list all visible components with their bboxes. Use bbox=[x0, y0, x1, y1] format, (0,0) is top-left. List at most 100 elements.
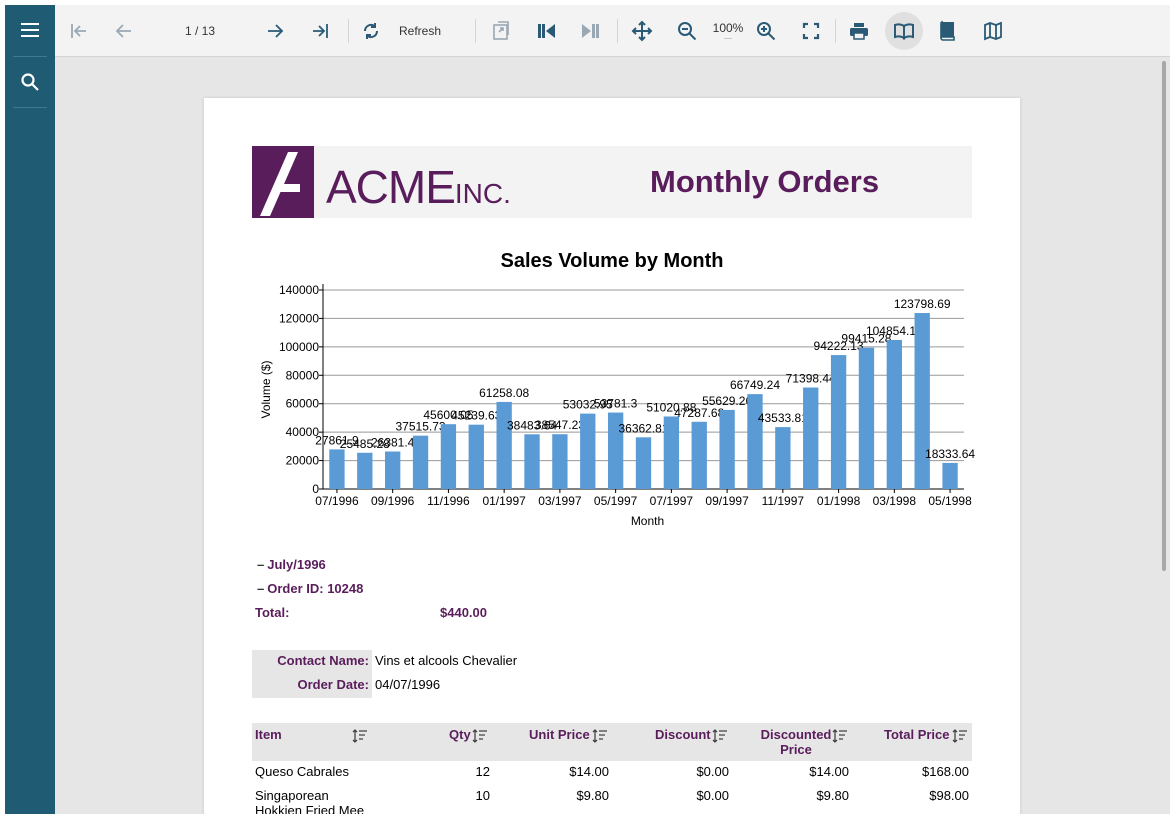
arrow-left-icon bbox=[115, 24, 131, 38]
bar-data-label: 36362.81 bbox=[618, 421, 668, 435]
x-tick-label: 07/1997 bbox=[650, 494, 694, 508]
cell-item-line2: Hokkien Fried Mee bbox=[255, 803, 365, 814]
report-title: Monthly Orders bbox=[650, 164, 880, 199]
zoom-in-button[interactable] bbox=[748, 13, 784, 49]
discounted-header-line2: Price bbox=[780, 742, 812, 757]
last-page-button[interactable] bbox=[302, 13, 338, 49]
month-group-label: July/1996 bbox=[267, 557, 326, 572]
fullscreen-button[interactable] bbox=[793, 13, 829, 49]
order-group-label: Order ID: 10248 bbox=[267, 581, 364, 596]
bar-data-label: 66749.24 bbox=[730, 378, 780, 392]
bar bbox=[468, 424, 484, 489]
zoom-out-button[interactable] bbox=[669, 13, 705, 49]
bar bbox=[329, 449, 345, 489]
open-book-icon bbox=[894, 23, 914, 40]
vertical-scrollbar[interactable] bbox=[1162, 61, 1166, 571]
contact-name-label: Contact Name: bbox=[277, 653, 369, 668]
month-group-header[interactable]: – July/1996 bbox=[257, 557, 326, 572]
toolbar: 1 / 13 Refresh 100% .... bbox=[55, 5, 1170, 57]
export-button[interactable] bbox=[483, 13, 519, 49]
bar bbox=[830, 355, 847, 489]
logo-suffix: INC. bbox=[454, 178, 511, 209]
bar-data-label: 104854.18 bbox=[866, 324, 923, 338]
sidebar bbox=[5, 5, 55, 814]
page-indicator[interactable]: 1 / 13 bbox=[170, 13, 230, 49]
col-total-price-header: Total Price bbox=[884, 727, 950, 742]
col-discounted-price-header: Discounted Price bbox=[759, 727, 833, 757]
acme-logo-text: ACMEINC. bbox=[326, 160, 511, 214]
cell-item: Singaporean Hokkien Fried Mee bbox=[255, 788, 364, 814]
x-tick-label: 09/1996 bbox=[371, 494, 415, 508]
single-page-view-button[interactable] bbox=[929, 13, 965, 49]
print-button[interactable] bbox=[841, 13, 877, 49]
forward-button[interactable] bbox=[573, 13, 609, 49]
sort-icon[interactable] bbox=[952, 729, 968, 743]
first-page-icon bbox=[71, 24, 86, 38]
x-tick-label: 11/1996 bbox=[427, 494, 470, 508]
next-page-button[interactable] bbox=[257, 13, 293, 49]
sort-icon[interactable] bbox=[712, 729, 728, 743]
previous-page-button[interactable] bbox=[106, 13, 142, 49]
y-tick-label: 20000 bbox=[286, 454, 320, 468]
sort-icon[interactable] bbox=[352, 729, 368, 743]
pan-button[interactable] bbox=[624, 13, 660, 49]
cell-qty: 12 bbox=[475, 764, 490, 779]
x-tick-label: 03/1998 bbox=[873, 494, 917, 508]
x-tick-label: 01/1997 bbox=[482, 494, 526, 508]
zoom-value: 100% bbox=[712, 21, 744, 35]
cell-item-line1: Singaporean bbox=[255, 788, 329, 803]
bar bbox=[524, 434, 540, 489]
discounted-header-line1: Discounted bbox=[760, 727, 832, 742]
total-label: Total: bbox=[255, 605, 290, 620]
sort-icon[interactable] bbox=[832, 729, 848, 743]
search-button[interactable] bbox=[5, 57, 55, 107]
x-tick-label: 11/1997 bbox=[762, 494, 805, 508]
bar bbox=[385, 451, 401, 489]
cell-discount: $0.00 bbox=[696, 788, 729, 803]
y-tick-label: 140000 bbox=[279, 283, 319, 297]
refresh-button[interactable]: Refresh bbox=[395, 13, 445, 49]
bar bbox=[914, 313, 930, 489]
x-tick-label: 03/1997 bbox=[538, 494, 582, 508]
galley-view-button[interactable] bbox=[975, 13, 1011, 49]
report-page: ACMEINC. Monthly Orders Sales Volume by … bbox=[204, 98, 1020, 814]
x-tick-label: 05/1997 bbox=[594, 494, 638, 508]
bar-data-label: 26381.4 bbox=[371, 436, 415, 450]
sort-icon[interactable] bbox=[592, 729, 608, 743]
bar-data-label: 45239.63 bbox=[451, 409, 501, 423]
first-page-button[interactable] bbox=[61, 13, 97, 49]
backward-button[interactable] bbox=[528, 13, 564, 49]
bar-data-label: 55629.26 bbox=[702, 394, 752, 408]
bar bbox=[440, 424, 457, 489]
x-tick-label: 07/1996 bbox=[315, 494, 359, 508]
bar-data-label: 53781.3 bbox=[594, 397, 638, 411]
bar bbox=[775, 427, 791, 489]
continuous-view-button[interactable] bbox=[885, 12, 923, 50]
contact-name-value: Vins et alcools Chevalier bbox=[375, 653, 518, 668]
refresh-label: Refresh bbox=[398, 24, 442, 38]
refresh-icon-button[interactable] bbox=[355, 13, 387, 49]
bar-data-label: 18333.64 bbox=[925, 447, 975, 461]
col-discount-header: Discount bbox=[655, 727, 711, 742]
bar-data-label: 43533.81 bbox=[758, 411, 808, 425]
bar bbox=[663, 416, 680, 489]
cell-item: Queso Cabrales bbox=[255, 764, 349, 779]
zoom-dots: .... bbox=[724, 34, 732, 41]
sort-icon[interactable] bbox=[472, 729, 488, 743]
sidebar-divider bbox=[13, 107, 47, 108]
bar-data-label: 71398.44 bbox=[786, 372, 836, 386]
logo-main: ACME bbox=[326, 161, 456, 213]
y-tick-label: 60000 bbox=[286, 397, 320, 411]
toolbar-divider bbox=[475, 19, 476, 43]
order-group-header[interactable]: – Order ID: 10248 bbox=[257, 581, 363, 596]
cell-discounted-price: $9.80 bbox=[816, 788, 849, 803]
bar bbox=[886, 339, 902, 489]
menu-button[interactable] bbox=[5, 5, 55, 55]
bar bbox=[719, 409, 735, 489]
zoom-selector[interactable]: 100% .... bbox=[705, 13, 751, 49]
book-icon bbox=[940, 20, 955, 41]
col-unit-price-header: Unit Price bbox=[529, 727, 590, 742]
report-viewer: 1 / 13 Refresh 100% .... ACMEINC. Monthl… bbox=[5, 5, 1170, 814]
y-tick-label: 100000 bbox=[279, 340, 319, 354]
order-date-value: 04/07/1996 bbox=[375, 677, 441, 692]
